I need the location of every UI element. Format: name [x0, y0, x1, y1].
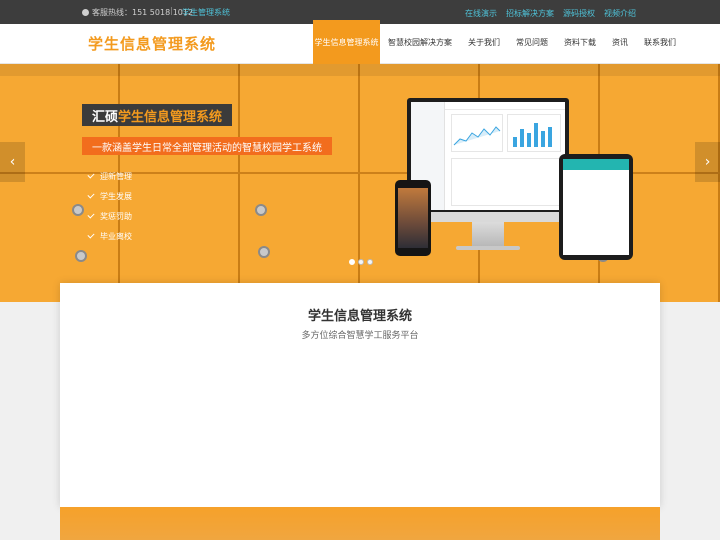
source-license-link[interactable]: 源码授权	[563, 8, 595, 19]
monitor-stand	[472, 222, 504, 248]
feature-label: 毕业离校	[100, 231, 132, 241]
nav-item-about[interactable]: 关于我们	[460, 20, 508, 64]
hero-title-brand: 汇硕	[92, 109, 119, 125]
hero-banner: 汇硕 学生信息管理系统 一款涵盖学生日常全部管理活动的智慧校园学工系统 迎新管理…	[0, 64, 720, 302]
lock-icon	[72, 204, 84, 216]
topbar-right-links: 在线演示 招标解决方案 源码授权 视频介绍	[465, 8, 636, 19]
hotline: 客服热线：151 5018 1012	[82, 7, 193, 18]
dashboard-screenshot	[411, 102, 565, 210]
dashboard-chart-card	[451, 114, 503, 152]
locker-door	[240, 64, 360, 302]
site-logo[interactable]: 学生信息管理系统	[88, 33, 216, 54]
nav-item-smart-campus[interactable]: 智慧校园解决方案	[380, 20, 460, 64]
phone-icon	[82, 9, 89, 16]
carousel-dots	[349, 259, 373, 265]
next-section-banner	[60, 507, 660, 540]
carousel-next-button[interactable]: ›	[695, 142, 720, 182]
feature-item: 迎新管理	[87, 166, 132, 186]
nav-item-contact[interactable]: 联系我们	[636, 20, 684, 64]
hero-title-product: 学生信息管理系统	[118, 109, 223, 125]
bar-graphic	[520, 129, 524, 147]
check-icon	[87, 171, 95, 179]
nav-item-faq[interactable]: 常见问题	[508, 20, 556, 64]
locker-door	[120, 64, 240, 302]
section-subtitle: 多方位综合智慧学工服务平台	[301, 331, 419, 341]
carousel-dot[interactable]	[358, 259, 364, 265]
student-system-link[interactable]: 学生管理系统	[182, 7, 230, 18]
main-nav: 学生信息管理系统 智慧校园解决方案 关于我们 常见问题 资料下载 资讯 联系我们	[313, 20, 684, 64]
phone-illustration	[395, 180, 431, 256]
carousel-dot[interactable]	[349, 259, 355, 265]
feature-item: 奖惩罚助	[87, 206, 132, 226]
hotline-text: 客服热线：151 5018 1012	[92, 8, 194, 17]
monitor-chin	[407, 212, 569, 222]
hero-title: 汇硕 学生信息管理系统	[82, 104, 233, 126]
feature-label: 学生发展	[100, 191, 132, 201]
line-chart-graphic	[453, 126, 501, 146]
tablet-illustration	[559, 154, 633, 260]
feature-label: 迎新管理	[100, 171, 132, 181]
bar-graphic	[548, 127, 552, 147]
tablet-screen	[563, 159, 629, 255]
check-icon	[87, 191, 95, 199]
monitor-base	[456, 246, 520, 250]
nav-item-downloads[interactable]: 资料下载	[556, 20, 604, 64]
feature-item: 学生发展	[87, 186, 132, 206]
tablet-header	[563, 159, 629, 170]
bar-graphic	[534, 123, 538, 147]
desktop-monitor-illustration	[407, 98, 569, 214]
feature-item: 毕业离校	[87, 226, 132, 246]
topbar-separator: |	[170, 6, 173, 15]
dashboard-table-card	[451, 158, 561, 206]
check-icon	[87, 231, 95, 239]
main-header: 学生信息管理系统 学生信息管理系统 智慧校园解决方案 关于我们 常见问题 资料下…	[0, 20, 720, 64]
bar-graphic	[527, 133, 531, 147]
bidding-solution-link[interactable]: 招标解决方案	[506, 8, 554, 19]
hero-feature-list: 迎新管理 学生发展 奖惩罚助 毕业离校	[87, 166, 132, 246]
nav-item-news[interactable]: 资讯	[604, 20, 636, 64]
check-icon	[87, 211, 95, 219]
phone-screen	[398, 188, 428, 248]
nav-item-student-system[interactable]: 学生信息管理系统	[313, 20, 380, 64]
carousel-prev-button[interactable]: ‹	[0, 142, 25, 182]
lock-icon	[255, 204, 267, 216]
online-demo-link[interactable]: 在线演示	[465, 8, 497, 19]
lock-icon	[258, 246, 270, 258]
bar-graphic	[513, 137, 517, 147]
intro-section: 学生信息管理系统 多方位综合智慧学工服务平台	[60, 283, 660, 507]
feature-label: 奖惩罚助	[100, 211, 132, 221]
hero-subtitle: 一款涵盖学生日常全部管理活动的智慧校园学工系统	[82, 137, 332, 155]
lock-icon	[75, 250, 87, 262]
section-title: 学生信息管理系统	[307, 309, 412, 324]
bar-graphic	[541, 131, 545, 147]
dashboard-bar-card	[507, 114, 561, 152]
video-intro-link[interactable]: 视频介绍	[604, 8, 636, 19]
carousel-dot[interactable]	[367, 259, 373, 265]
hero-top-shadow	[0, 64, 720, 76]
